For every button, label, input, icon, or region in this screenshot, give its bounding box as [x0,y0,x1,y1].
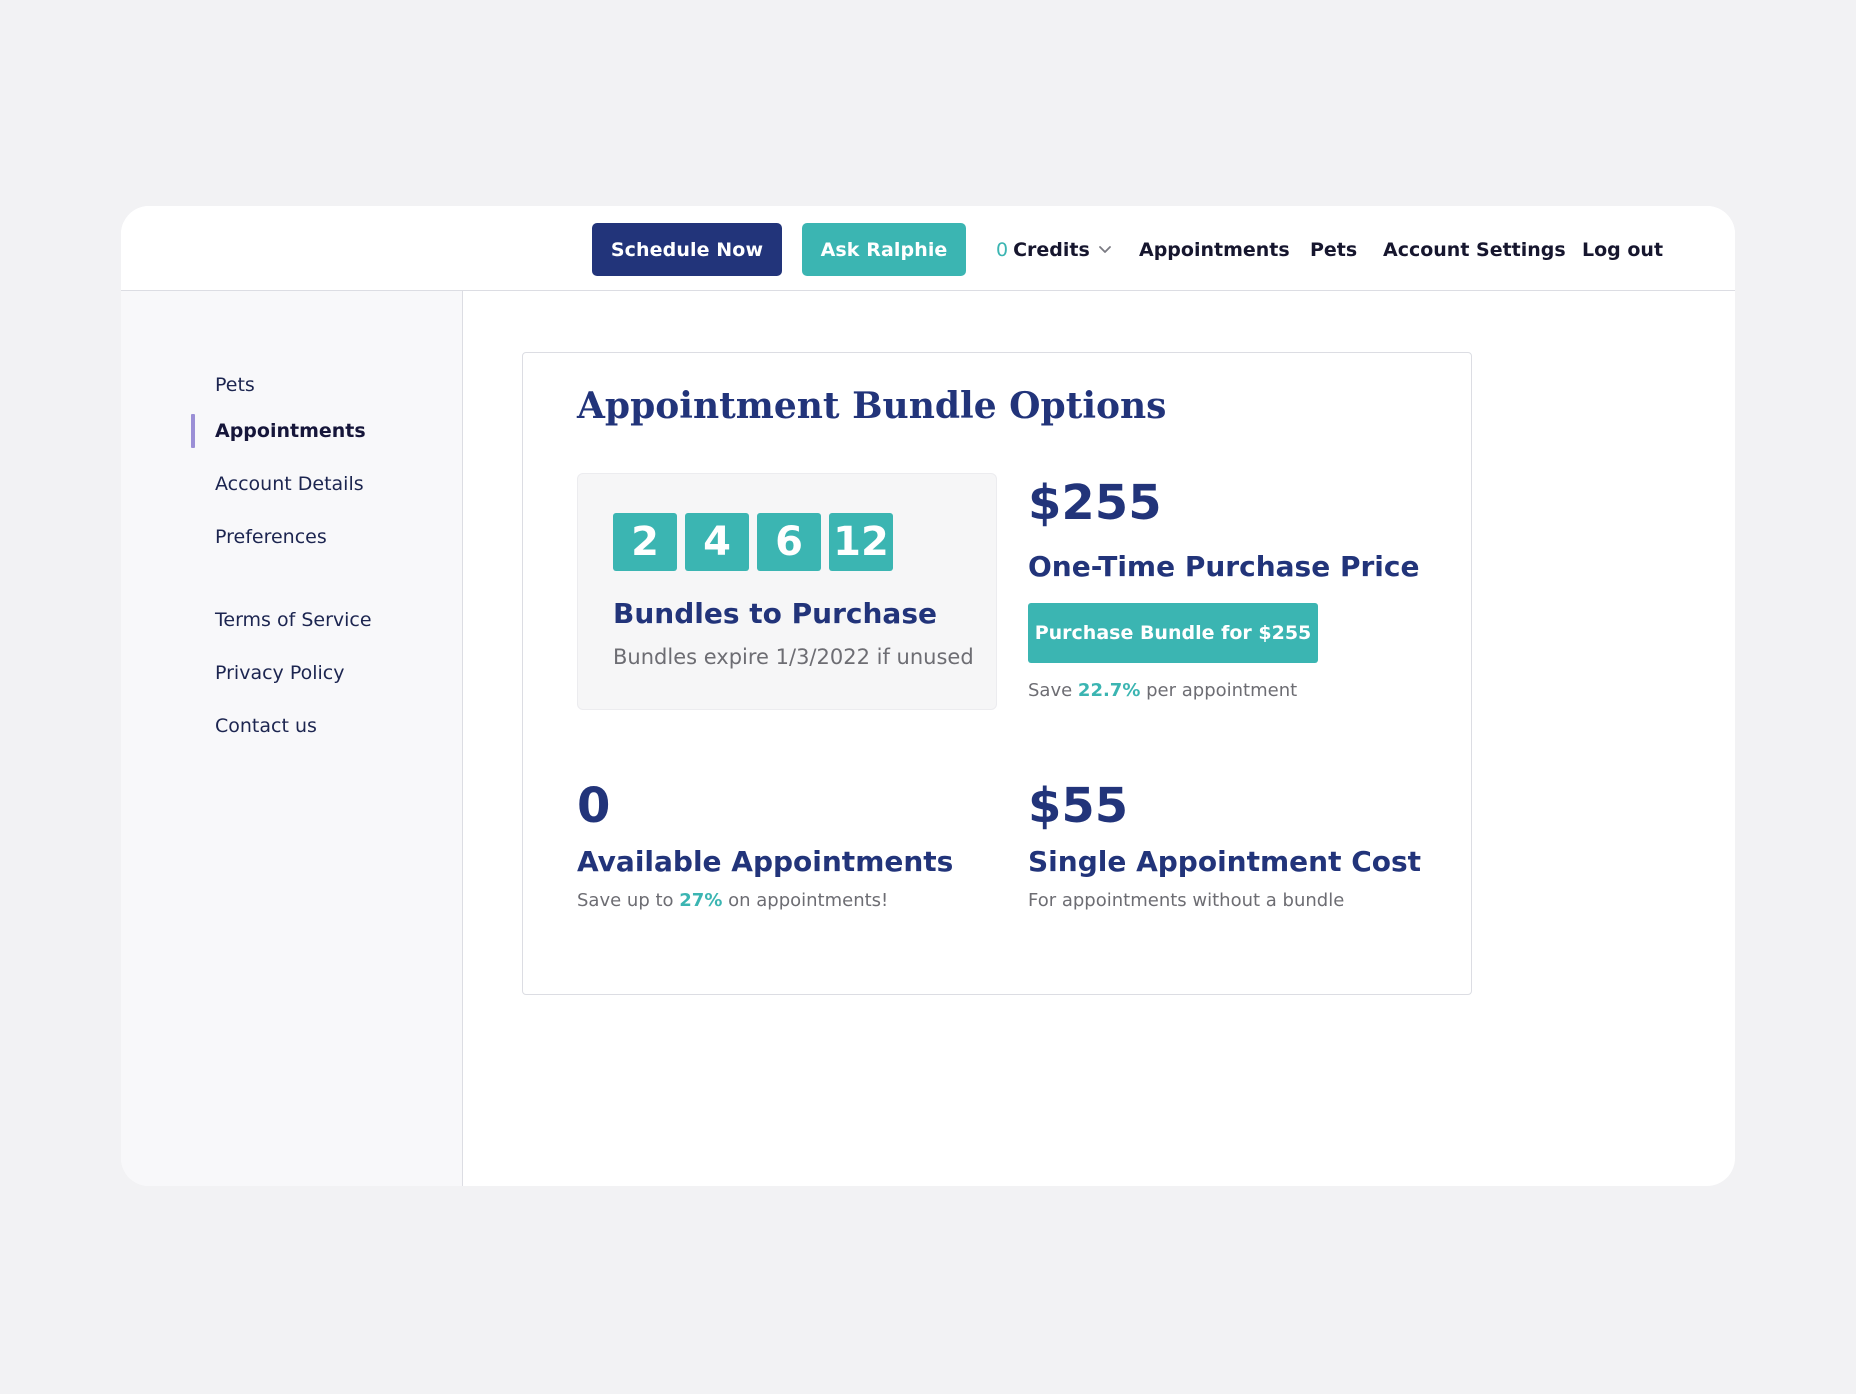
savings-prefix: Save [1028,680,1073,701]
sidebar: Pets Appointments Account Details Prefer… [121,291,463,1186]
nav-appointments-link[interactable]: Appointments [1139,223,1290,276]
sidebar-item-preferences[interactable]: Preferences [215,525,327,549]
sidebar-item-pets[interactable]: Pets [215,373,255,397]
sidebar-item-terms-of-service[interactable]: Terms of Service [215,608,372,632]
ask-ralphie-button[interactable]: Ask Ralphie [802,223,966,276]
single-appointment-cost-label: Single Appointment Cost [1028,845,1422,878]
credits-label: Credits [1013,238,1090,261]
sidebar-item-appointments[interactable]: Appointments [215,419,366,443]
bundles-expiry-note: Bundles expire 1/3/2022 if unused [613,645,974,669]
available-note-percent: 27% [679,890,723,911]
top-navigation-bar: Schedule Now Ask Ralphie 0 Credits Appoi… [121,206,1735,291]
bundle-size-options: 2 4 6 12 [613,513,893,571]
bundle-option-12[interactable]: 12 [829,513,893,571]
bundles-to-purchase-label: Bundles to Purchase [613,597,937,630]
nav-account-settings-link[interactable]: Account Settings [1383,223,1566,276]
app-window: Schedule Now Ask Ralphie 0 Credits Appoi… [121,206,1735,1186]
single-appointment-cost: $55 [1028,778,1129,834]
sidebar-item-account-details[interactable]: Account Details [215,472,364,496]
schedule-now-button[interactable]: Schedule Now [592,223,782,276]
credits-count: 0 [996,238,1009,261]
bundle-savings-note: Save 22.7% per appointment [1028,679,1297,703]
savings-suffix: per appointment [1146,680,1298,701]
available-note-suffix: on appointments! [728,890,889,911]
bundle-options-card: Appointment Bundle Options 2 4 6 12 Bund… [522,352,1472,995]
bundle-price-label: One-Time Purchase Price [1028,550,1420,583]
bundle-option-2[interactable]: 2 [613,513,677,571]
active-item-indicator [191,414,195,448]
nav-pets-link[interactable]: Pets [1310,223,1357,276]
sidebar-item-privacy-policy[interactable]: Privacy Policy [215,661,344,685]
bundle-selector-panel: 2 4 6 12 Bundles to Purchase Bundles exp… [577,473,997,710]
savings-percent: 22.7% [1077,680,1141,701]
purchase-bundle-button[interactable]: Purchase Bundle for $255 [1028,603,1318,663]
single-appointment-note: For appointments without a bundle [1028,890,1345,911]
available-appointments-count: 0 [577,778,611,834]
available-appointments-note: Save up to 27% on appointments! [577,889,888,913]
available-appointments-label: Available Appointments [577,845,954,878]
nav-logout-link[interactable]: Log out [1582,223,1663,276]
credits-dropdown[interactable]: 0 Credits [996,223,1112,276]
bundle-price: $255 [1028,475,1162,531]
bundle-option-4[interactable]: 4 [685,513,749,571]
available-note-prefix: Save up to [577,890,674,911]
page-title: Appointment Bundle Options [577,385,1167,427]
sidebar-item-contact-us[interactable]: Contact us [215,714,317,738]
bundle-option-6[interactable]: 6 [757,513,821,571]
chevron-down-icon [1098,245,1111,253]
